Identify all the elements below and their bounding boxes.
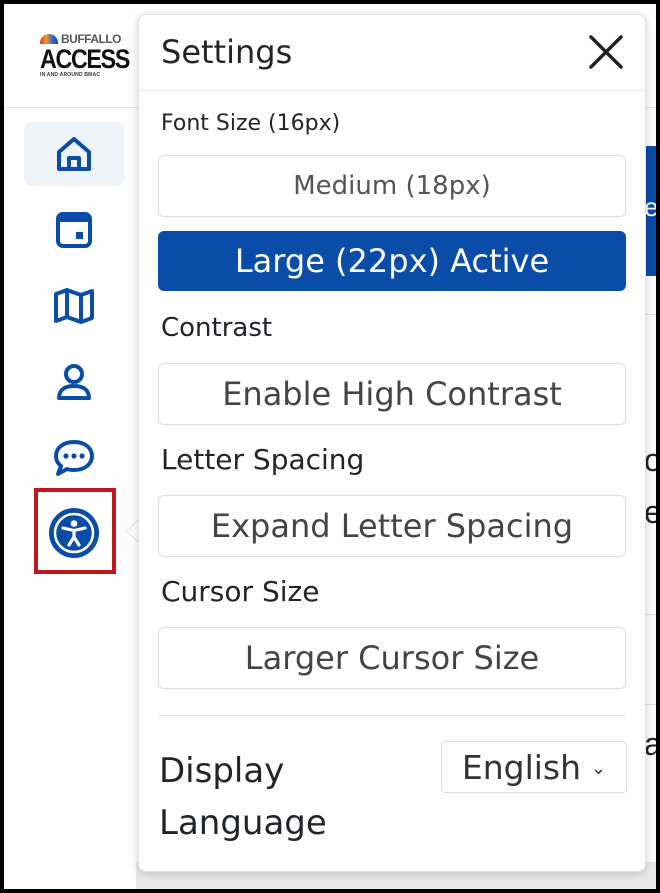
cursor-size-button[interactable]: Larger Cursor Size [158, 627, 626, 689]
sidebar-item-calendar[interactable] [24, 198, 124, 262]
background-text: a [644, 726, 656, 763]
panel-divider [158, 715, 626, 716]
letter-spacing-label: Letter Spacing [161, 443, 365, 476]
chat-icon [54, 440, 94, 476]
close-button[interactable] [583, 29, 629, 75]
logo-mark-icon [40, 34, 58, 44]
sidebar-item-home[interactable] [24, 122, 124, 186]
sidebar-item-accessibility[interactable] [49, 508, 99, 558]
language-select[interactable]: English ⌄ [441, 741, 627, 793]
logo-wordmark: ACCESS [40, 44, 130, 74]
close-icon [589, 35, 623, 69]
accessibility-icon [53, 512, 95, 554]
brand-logo[interactable]: BUFFALLO ACCESS IN AND AROUND BMAC [40, 32, 130, 94]
letter-spacing-button[interactable]: Expand Letter Spacing [158, 495, 626, 557]
font-size-label: Font Size (16px) [161, 111, 341, 136]
sidebar-item-map[interactable] [24, 274, 124, 338]
app-window: e o e a BUFFALLO ACCESS IN AND AROUND BM… [0, 0, 660, 893]
chevron-down-icon: ⌄ [591, 757, 607, 779]
background-text: o [644, 442, 656, 479]
sidebar-item-profile[interactable] [24, 350, 124, 414]
settings-title: Settings [161, 33, 293, 71]
contrast-label: Contrast [161, 313, 273, 343]
map-icon [54, 288, 94, 324]
font-size-medium-button[interactable]: Medium (18px) [158, 155, 626, 217]
settings-header: Settings [139, 15, 645, 91]
settings-panel: Settings Font Size (16px) Medium (18px) … [138, 14, 646, 872]
user-icon [57, 364, 91, 400]
sidebar-item-chat[interactable] [24, 426, 124, 490]
background-text: e [644, 494, 656, 531]
high-contrast-button[interactable]: Enable High Contrast [158, 363, 626, 425]
home-icon [57, 137, 91, 171]
background-text: e [644, 192, 659, 222]
language-select-value: English [461, 747, 582, 787]
font-size-large-button[interactable]: Large (22px) Active [158, 231, 626, 291]
display-language-label: Display Language [159, 751, 327, 843]
cursor-size-label: Cursor Size [161, 575, 320, 608]
calendar-icon [56, 212, 92, 248]
